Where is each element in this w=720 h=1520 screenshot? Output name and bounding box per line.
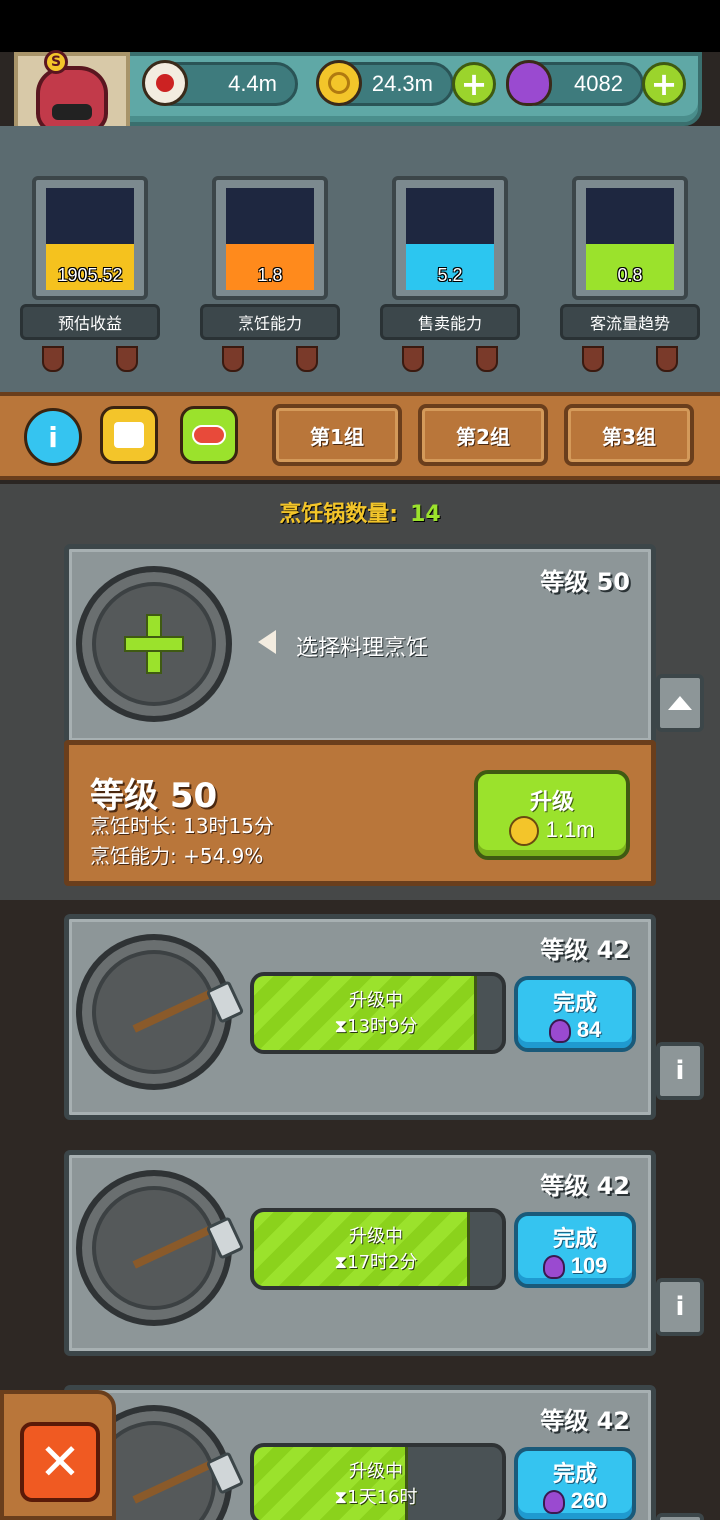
potion-icon (548, 1019, 571, 1044)
shoe-icon[interactable] (180, 406, 238, 464)
eyeball-icon (142, 60, 188, 106)
complete-label: 完成 (552, 1226, 597, 1252)
add-potions-button[interactable]: + (642, 62, 686, 106)
arrow-left-icon (258, 630, 276, 654)
info-tab[interactable]: i (656, 1278, 704, 1336)
pipe-icon (296, 346, 318, 372)
pot-count-label: 烹饪锅数量: (279, 502, 399, 527)
shirt-icon[interactable] (100, 406, 158, 464)
complete-cost: 260 (570, 1487, 608, 1513)
info-tab[interactable]: i (656, 1042, 704, 1100)
group-3-button[interactable]: 第3组 (564, 404, 694, 466)
pipe-icon (582, 346, 604, 372)
upgrade-button[interactable]: 升级 1.1m (474, 770, 630, 860)
upgrade-status: 升级中 (349, 990, 403, 1011)
pot-level: 等级 42 (540, 1407, 630, 1435)
stat-label: 预估收益 (20, 304, 160, 340)
stat-tank: 1.8 (212, 176, 328, 300)
select-dish-text[interactable]: 选择料理烹饪 (296, 630, 428, 662)
rank-badge: S (44, 50, 68, 74)
hammer-icon (130, 1451, 245, 1505)
stat-value: 1905.52 (57, 265, 123, 285)
info-tab[interactable]: i (656, 1513, 704, 1520)
stat-well: 5.2 (406, 188, 494, 290)
pipe-icon (402, 346, 424, 372)
pot-count-value: 14 (410, 502, 441, 527)
pot-level: 等级 42 (540, 936, 630, 964)
stat-panel: 1.8 烹饪能力 (190, 140, 350, 376)
pipe-icon (476, 346, 498, 372)
complete-button[interactable]: 完成 84 (514, 976, 636, 1052)
stat-label: 客流量趋势 (560, 304, 700, 340)
info-icon: i (675, 1292, 685, 1322)
complete-label: 完成 (552, 1461, 597, 1487)
teeth-icon (52, 104, 92, 120)
upgrade-timer: ⧗17时2分 (334, 1252, 418, 1273)
stat-well: 0.8 (586, 188, 674, 290)
complete-button[interactable]: 完成 109 (514, 1212, 636, 1288)
potion-icon (542, 1490, 565, 1515)
complete-label: 完成 (552, 990, 597, 1016)
stat-pipes (222, 346, 318, 372)
pipe-icon (42, 346, 64, 372)
stat-well: 1.8 (226, 188, 314, 290)
complete-cost: 109 (570, 1252, 608, 1278)
coin-icon (316, 60, 362, 106)
stat-value: 0.8 (617, 265, 643, 285)
potion-icon (506, 60, 552, 106)
stat-label: 烹饪能力 (200, 304, 340, 340)
plus-icon (124, 614, 184, 674)
pot-count: 烹饪锅数量: 14 (0, 496, 720, 528)
stat-tank: 0.8 (572, 176, 688, 300)
group-1-button[interactable]: 第1组 (272, 404, 402, 466)
stat-label: 售卖能力 (380, 304, 520, 340)
collapse-tab[interactable] (656, 674, 704, 732)
potion-resource-value: 4082 (574, 71, 623, 96)
status-bar (0, 0, 720, 52)
pipe-icon (116, 346, 138, 372)
eye-resource-value: 4.4m (228, 71, 277, 96)
add-coins-button[interactable]: + (452, 62, 496, 106)
chevron-up-icon (668, 696, 692, 710)
info-icon: i (675, 1056, 685, 1086)
stat-tank: 1905.52 (32, 176, 148, 300)
stat-pipes (42, 346, 138, 372)
stat-panel: 5.2 售卖能力 (370, 140, 530, 376)
potion-icon (542, 1255, 565, 1280)
stat-pipes (582, 346, 678, 372)
complete-cost: 84 (576, 1016, 602, 1042)
pot-card-1-level: 等级 50 (540, 568, 630, 596)
cook-power: 烹饪能力: +54.9% (90, 844, 264, 868)
stat-pipes (402, 346, 498, 372)
stat-value: 5.2 (437, 265, 463, 285)
coin-resource-value: 24.3m (371, 71, 433, 96)
upgrade-status: 升级中 (349, 1226, 403, 1247)
complete-button[interactable]: 完成 260 (514, 1447, 636, 1520)
close-icon[interactable]: ✕ (20, 1422, 100, 1502)
cook-time: 烹饪时长: 13时15分 (90, 814, 274, 838)
hammer-icon (130, 980, 245, 1034)
pot-level: 等级 42 (540, 1172, 630, 1200)
upgrade-label: 升级 (529, 790, 574, 815)
stat-panel: 1905.52 预估收益 (10, 140, 170, 376)
upgrade-timer: ⧗1天16时 (334, 1487, 418, 1508)
pipe-icon (656, 346, 678, 372)
upgrade-timer: ⧗13时9分 (334, 1016, 418, 1037)
stat-tank: 5.2 (392, 176, 508, 300)
monster-face-icon (36, 66, 108, 134)
upgrade-cost: 1.1m (545, 816, 595, 842)
coin-icon (509, 816, 540, 846)
pipe-icon (222, 346, 244, 372)
upgrade-status: 升级中 (349, 1461, 403, 1482)
stat-panel: 0.8 客流量趋势 (550, 140, 710, 376)
hammer-icon (130, 1216, 245, 1270)
close-panel: ✕ (0, 1390, 116, 1520)
group-2-button[interactable]: 第2组 (418, 404, 548, 466)
stat-well: 1905.52 (46, 188, 134, 290)
info-icon[interactable]: i (24, 408, 82, 466)
stat-value: 1.8 (257, 265, 283, 285)
